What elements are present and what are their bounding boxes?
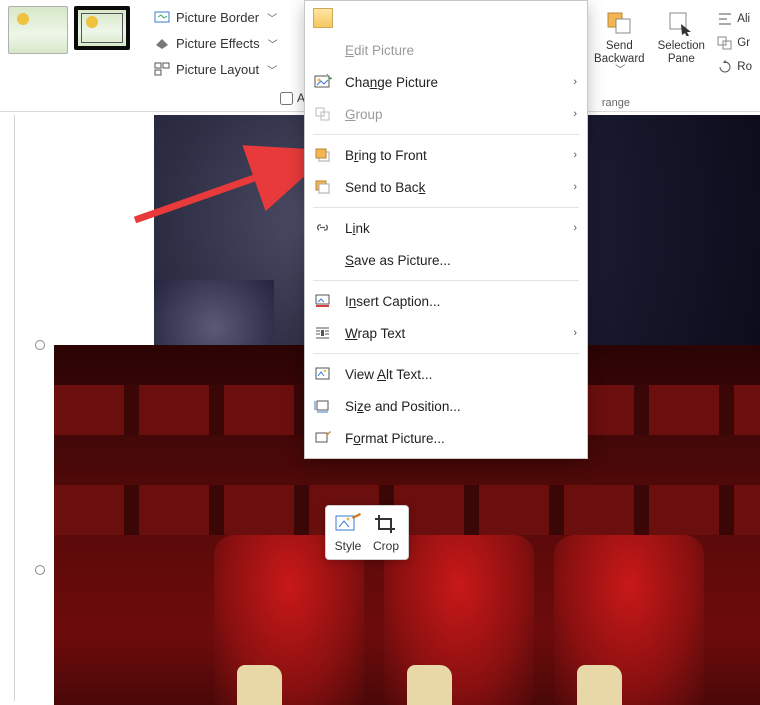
size-position-icon <box>313 396 333 416</box>
picture-mini-toolbar: Style Crop <box>325 505 409 560</box>
chevron-right-icon: › <box>573 76 577 88</box>
menu-size-and-position[interactable]: Size and Position... <box>305 390 587 422</box>
align-dropdown[interactable]: Ali <box>713 10 756 28</box>
chevron-down-icon: ﹀ <box>268 36 278 51</box>
style-thumb-plain[interactable] <box>8 6 68 54</box>
menu-bring-to-front[interactable]: Bring to Front › <box>305 139 587 171</box>
group-label: Gr <box>737 37 750 49</box>
selection-handle[interactable] <box>35 340 45 350</box>
picture-border-icon <box>154 9 170 25</box>
link-icon <box>313 218 333 238</box>
selection-pane-icon <box>667 10 695 36</box>
mini-style-label: Style <box>335 539 362 553</box>
menu-link[interactable]: Link › <box>305 212 587 244</box>
rotate-icon <box>717 59 733 75</box>
chevron-right-icon: › <box>573 327 577 339</box>
theater-seat <box>554 535 704 705</box>
accessibility-check[interactable] <box>280 92 293 105</box>
mini-style-button[interactable]: Style <box>334 512 362 553</box>
paste-options-row <box>305 5 587 34</box>
selection-pane-label: Selection Pane <box>658 40 705 65</box>
send-backward-label: Send Backward <box>594 40 645 65</box>
menu-change-picture[interactable]: Change Picture › <box>305 66 587 98</box>
picture-context-menu: Edit Edit PicturePicture Change Picture … <box>304 0 588 459</box>
chevron-right-icon: › <box>573 222 577 234</box>
menu-group: Group › <box>305 98 587 130</box>
send-backward-icon <box>605 10 633 36</box>
rotate-label: Ro <box>737 61 752 73</box>
picture-layout-label: Picture Layout <box>176 62 259 77</box>
menu-edit-picture: Edit Edit PicturePicture <box>305 34 587 66</box>
picture-layout-icon <box>154 61 170 77</box>
send-to-back-icon <box>313 177 333 197</box>
alt-text-icon <box>313 364 333 384</box>
chevron-right-icon: › <box>573 181 577 193</box>
rotate-dropdown[interactable]: Ro <box>713 58 756 76</box>
send-backward-button[interactable]: Send Backward ﹀ <box>589 4 649 84</box>
insert-caption-icon <box>313 291 333 311</box>
align-icon <box>717 11 733 27</box>
chevron-right-icon: › <box>573 108 577 120</box>
menu-format-picture[interactable]: Format Picture... <box>305 422 587 454</box>
theater-seat <box>384 535 534 705</box>
group-icon <box>717 35 733 51</box>
group-dropdown[interactable]: Gr <box>713 34 756 52</box>
style-icon <box>334 512 362 536</box>
style-thumb-framed[interactable] <box>74 6 130 50</box>
picture-styles-gallery[interactable] <box>0 0 138 111</box>
menu-send-to-back[interactable]: Send to Back › <box>305 171 587 203</box>
bring-to-front-icon <box>313 145 333 165</box>
paste-option-icon[interactable] <box>313 8 333 28</box>
menu-wrap-text[interactable]: Wrap Text › <box>305 317 587 349</box>
chevron-right-icon: › <box>573 149 577 161</box>
change-picture-icon <box>313 72 333 92</box>
mini-crop-label: Crop <box>373 539 399 553</box>
selection-pane-button[interactable]: Selection Pane <box>651 4 711 84</box>
group-icon <box>313 104 333 124</box>
arrange-subcol: Ali Gr Ro <box>713 4 756 76</box>
picture-tools-group: Picture Border ﹀ Picture Effects ﹀ Pictu… <box>138 0 294 111</box>
picture-effects-label: Picture Effects <box>176 36 260 51</box>
menu-insert-caption[interactable]: Insert Caption... <box>305 285 587 317</box>
format-picture-icon <box>313 428 333 448</box>
chevron-down-icon: ﹀ <box>267 10 277 25</box>
mini-crop-button[interactable]: Crop <box>372 512 400 553</box>
selection-handle[interactable] <box>35 565 45 575</box>
picture-layout-dropdown[interactable]: Picture Layout ﹀ <box>148 58 284 80</box>
arrange-group: Send Backward ﹀ Selection Pane Ali Gr Ro <box>585 0 760 111</box>
picture-effects-icon <box>154 35 170 51</box>
picture-effects-dropdown[interactable]: Picture Effects ﹀ <box>148 32 284 54</box>
arrange-group-label: range <box>602 97 630 109</box>
picture-border-label: Picture Border <box>176 10 259 25</box>
menu-view-alt-text[interactable]: View Alt Text... <box>305 358 587 390</box>
crop-icon <box>372 512 400 536</box>
theater-seat <box>214 535 364 705</box>
chevron-down-icon: ﹀ <box>615 65 625 76</box>
align-label: Ali <box>737 13 750 25</box>
menu-save-as-picture[interactable]: Save as Picture... <box>305 244 587 276</box>
chevron-down-icon: ﹀ <box>267 62 277 77</box>
picture-border-dropdown[interactable]: Picture Border ﹀ <box>148 6 284 28</box>
wrap-text-icon <box>313 323 333 343</box>
